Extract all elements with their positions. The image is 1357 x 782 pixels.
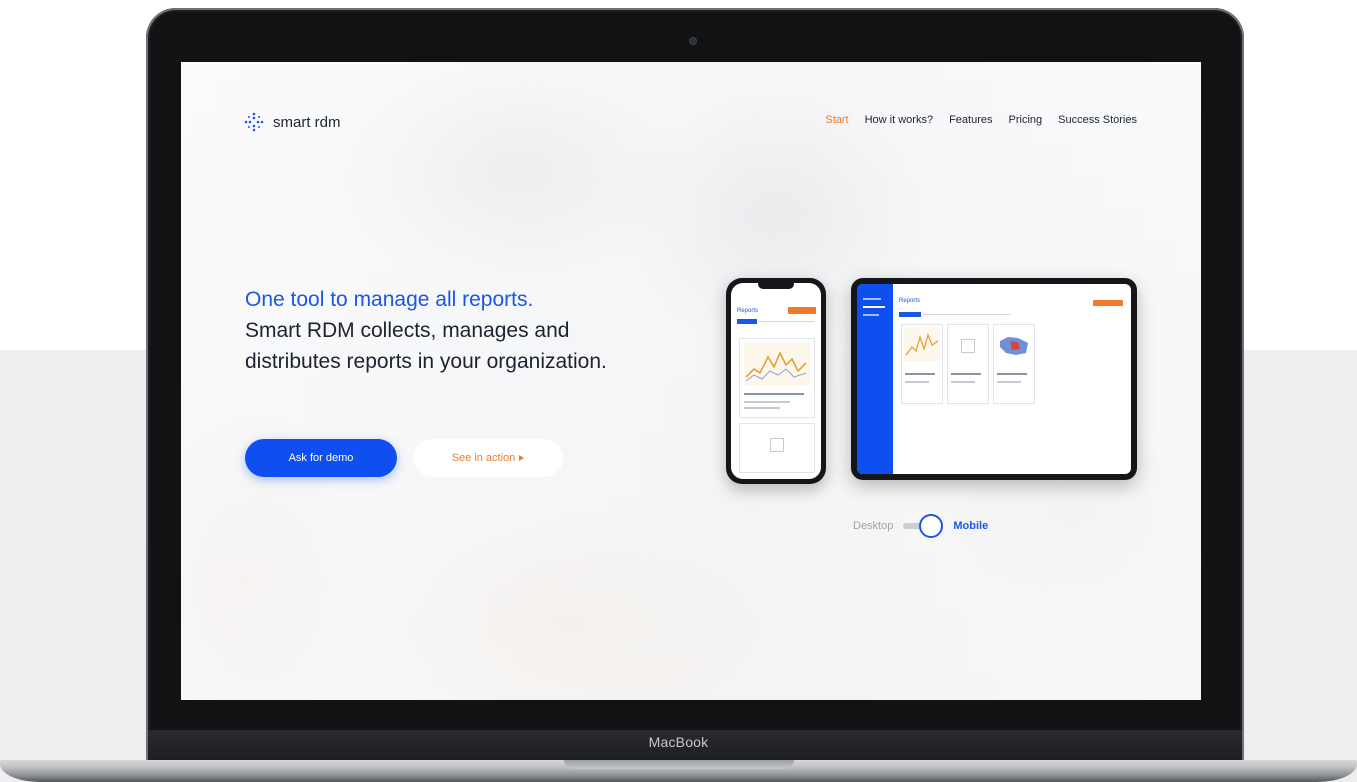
ask-for-demo-button[interactable]: Ask for demo bbox=[245, 439, 397, 477]
main-nav: Start How it works? Features Pricing Suc… bbox=[825, 114, 1137, 126]
logo-dots-icon bbox=[244, 112, 264, 132]
hero-body: Smart RDM collects, manages and distribu… bbox=[245, 319, 607, 373]
nav-how-it-works[interactable]: How it works? bbox=[865, 114, 933, 126]
tablet-screen: Reports bbox=[857, 284, 1131, 474]
phone-screen: Reports bbox=[731, 283, 821, 479]
tablet-card-chart bbox=[904, 327, 940, 361]
tablet-tab-line bbox=[923, 314, 1011, 315]
nav-success-stories[interactable]: Success Stories bbox=[1058, 114, 1137, 126]
switch-knob bbox=[919, 514, 944, 538]
tablet-sidebar bbox=[857, 284, 893, 474]
see-in-action-label: See in action bbox=[451, 452, 516, 464]
tablet-report-card-1 bbox=[901, 324, 943, 404]
tablet-mockup: Reports bbox=[851, 278, 1137, 480]
phone-orange-action bbox=[788, 307, 816, 314]
phone-card-chart bbox=[744, 343, 810, 385]
see-in-action-button[interactable]: See in action bbox=[413, 439, 563, 477]
site-logo[interactable]: smart rdm bbox=[243, 112, 341, 132]
phone-tab-line bbox=[759, 321, 814, 322]
nav-start[interactable]: Start bbox=[825, 114, 848, 126]
phone-reports-title: Reports bbox=[737, 308, 759, 314]
tablet-orange-action bbox=[1093, 300, 1123, 306]
laptop-screen: smart rdm Start How it works? Features P… bbox=[181, 62, 1201, 700]
phone-notch bbox=[758, 283, 794, 289]
tablet-active-tab bbox=[899, 312, 921, 317]
play-arrow-icon bbox=[519, 455, 525, 461]
desktop-label[interactable]: Desktop bbox=[853, 520, 893, 532]
phone-report-card bbox=[739, 338, 815, 418]
phone-mockup: Reports bbox=[726, 278, 826, 484]
nav-pricing[interactable]: Pricing bbox=[1009, 114, 1043, 126]
view-toggle: Desktop Mobile bbox=[853, 514, 988, 538]
phone-active-tab bbox=[737, 319, 757, 324]
desktop-mobile-switch[interactable] bbox=[903, 514, 944, 538]
nav-features[interactable]: Features bbox=[949, 114, 992, 126]
logo-text: smart rdm bbox=[273, 113, 341, 131]
ask-for-demo-label: Ask for demo bbox=[288, 452, 354, 464]
tablet-report-card-2 bbox=[947, 324, 989, 404]
webcam bbox=[690, 38, 696, 44]
phone-report-card-2 bbox=[739, 423, 815, 473]
laptop-brand-label: MacBook bbox=[648, 734, 709, 750]
tablet-card-map bbox=[1000, 337, 1028, 355]
hero-headline: One tool to manage all reports. bbox=[245, 288, 534, 311]
tablet-reports-title: Reports bbox=[899, 298, 921, 304]
tablet-report-card-3 bbox=[993, 324, 1035, 404]
laptop-open-notch bbox=[564, 760, 794, 769]
hero-text: One tool to manage all reports. Smart RD… bbox=[245, 284, 665, 377]
mobile-label[interactable]: Mobile bbox=[953, 520, 988, 532]
